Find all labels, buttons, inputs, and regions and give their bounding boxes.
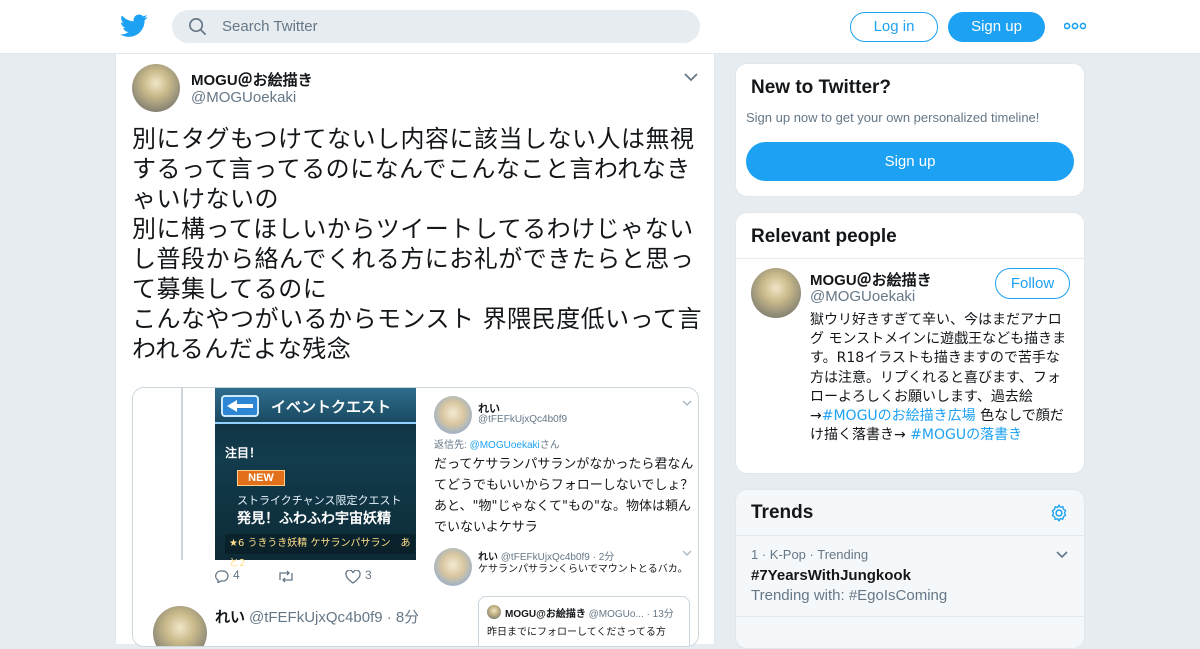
twitter-bird-icon[interactable] xyxy=(120,14,148,38)
trend-meta: 1 · K-Pop · Trending xyxy=(751,547,869,562)
tweet-text: 別にタグもつけてないし内容に該当しない人は無視するって言ってるのになんでこんなこ… xyxy=(132,125,702,363)
reply-icon[interactable] xyxy=(215,570,229,583)
game-screenshot: イベントクエスト 注目！ NEW ストライクチャンス限定クエスト 発見！ふわふわ… xyxy=(215,388,416,569)
signup-large-button[interactable]: Sign up xyxy=(746,142,1074,181)
divider xyxy=(736,616,1084,617)
signup-button[interactable]: Sign up xyxy=(948,12,1045,42)
divider xyxy=(736,258,1084,259)
reply-to-user: @MOGUoekaki xyxy=(469,440,540,451)
divider xyxy=(736,535,1084,536)
relevant-person-handle[interactable]: @MOGUoekaki xyxy=(810,288,915,305)
embedded-avatar-2 xyxy=(434,548,472,586)
game-quest-subtitle: ストライクチャンス限定クエスト xyxy=(237,494,402,507)
search-input[interactable] xyxy=(222,10,682,43)
tweet-media[interactable]: イベントクエスト 注目！ NEW ストライクチャンス限定クエスト 発見！ふわふわ… xyxy=(132,387,699,647)
trend-hashtag[interactable]: #7YearsWithJungkook xyxy=(751,567,911,584)
bio-hashtag-link-1[interactable]: #MOGUのお絵描き広場 xyxy=(822,408,976,424)
relevant-people-title: Relevant people xyxy=(751,226,897,247)
relevant-person-name[interactable]: MOGU＠お絵描き xyxy=(810,269,932,290)
chevron-down-icon xyxy=(682,400,692,406)
game-title: イベントクエスト xyxy=(271,398,392,416)
quote-meta: @MOGUo... · 13分 xyxy=(585,609,674,620)
tweet-author-avatar[interactable] xyxy=(132,64,180,112)
trends-card: Trends 1 · K-Pop · Trending #7YearsWithJ… xyxy=(735,489,1085,649)
new-to-twitter-title: New to Twitter? xyxy=(751,77,892,98)
tweet-author-name[interactable]: MOGU＠お絵描き xyxy=(191,69,313,90)
relevant-person-bio: 獄ウリ好きすぎて辛い、今はまだアナログ モンストメインに遊戯王なども描きます。R… xyxy=(810,311,1072,445)
login-button[interactable]: Log in xyxy=(850,12,938,42)
chevron-down-icon[interactable] xyxy=(684,72,698,82)
quote-name: MOGU@お絵描き @MOGUo... · 13分 xyxy=(505,605,674,620)
tweet-card: MOGU＠お絵描き @MOGUoekaki 別にタグもつけてないし内容に該当しな… xyxy=(115,54,715,647)
new-to-twitter-subtitle: Sign up now to get your own personalized… xyxy=(746,110,1040,125)
thread-line xyxy=(181,388,183,560)
quote-avatar xyxy=(487,605,501,619)
more-dots-icon[interactable] xyxy=(1064,19,1086,33)
like-count: 3 xyxy=(365,568,372,582)
game-new-badge: NEW xyxy=(237,470,285,486)
reply-avatar xyxy=(153,606,207,646)
quote-name-text: MOGU@お絵描き xyxy=(505,609,586,620)
chevron-down-icon[interactable] xyxy=(1056,551,1068,559)
follow-button[interactable]: Follow xyxy=(995,268,1070,299)
new-to-twitter-card: New to Twitter? Sign up now to get your … xyxy=(735,63,1085,197)
reply-count: 4 xyxy=(233,568,240,582)
embedded-handle: @tFEFkUjxQc4b0f9 xyxy=(478,414,568,425)
reply-handle: @tFEFkUjxQc4b0f9 · 8分 xyxy=(249,609,420,626)
media-image-right[interactable]: れい @tFEFkUjxQc4b0f9 返信先: @MOGUoekakiさん だ… xyxy=(418,388,698,646)
game-attention-label: 注目！ xyxy=(225,446,262,460)
reply-to-suffix: さん xyxy=(539,440,560,451)
relevant-people-card: Relevant people MOGU＠お絵描き @MOGUoekaki Fo… xyxy=(735,212,1085,474)
relevant-person-avatar[interactable] xyxy=(751,268,801,318)
search-icon xyxy=(189,18,206,35)
embedded-quote: MOGU@お絵描き @MOGUo... · 13分 昨日までにフォローしてくださ… xyxy=(478,596,690,646)
reply-name: れい xyxy=(215,609,246,626)
bio-hashtag-link-2[interactable]: #MOGUの落書き xyxy=(910,427,1022,443)
game-back-arrow-icon xyxy=(221,395,259,417)
reply-to-prefix: 返信先: xyxy=(434,440,470,451)
top-navigation-bar: Log in Sign up xyxy=(0,0,1200,54)
trend-with: Trending with: #EgoIsComing xyxy=(751,587,948,604)
retweet-icon[interactable] xyxy=(277,570,295,583)
trends-title: Trends xyxy=(751,502,814,523)
embedded-reply: れい @tFEFkUjxQc4b0f9 · 8分 xyxy=(133,596,420,646)
media-image-left[interactable]: イベントクエスト 注目！ NEW ストライクチャンス限定クエスト 発見！ふわふわ… xyxy=(133,388,420,646)
embedded-body-2: ケサランパサランくらいでマウントとるバカ。 xyxy=(478,564,688,575)
embedded-body: だってケサランパサランがなかったら君なんてどうでもいいからフォローしないでしょ？… xyxy=(434,457,694,535)
embedded-name-2: れい @tFEFkUjxQc4b0f9 · 2分 xyxy=(478,548,614,563)
embedded-reply-to: 返信先: @MOGUoekakiさん xyxy=(434,436,560,451)
embedded-avatar xyxy=(434,396,472,434)
search-box[interactable] xyxy=(172,10,700,43)
like-heart-icon[interactable] xyxy=(345,570,361,584)
tweet-author-handle[interactable]: @MOGUoekaki xyxy=(191,89,296,106)
chevron-down-icon xyxy=(682,550,692,556)
gear-icon[interactable] xyxy=(1049,503,1069,523)
game-quest-footer: ★6 うきうき妖精 ケサランパサラン あと2 xyxy=(225,534,415,569)
quote-body: 昨日までにフォローしてくださってる方 xyxy=(487,627,666,638)
game-quest-title: 発見！ふわふわ宇宙妖精 xyxy=(237,511,391,527)
embedded-tweet-actions: 4 3 xyxy=(215,568,415,586)
